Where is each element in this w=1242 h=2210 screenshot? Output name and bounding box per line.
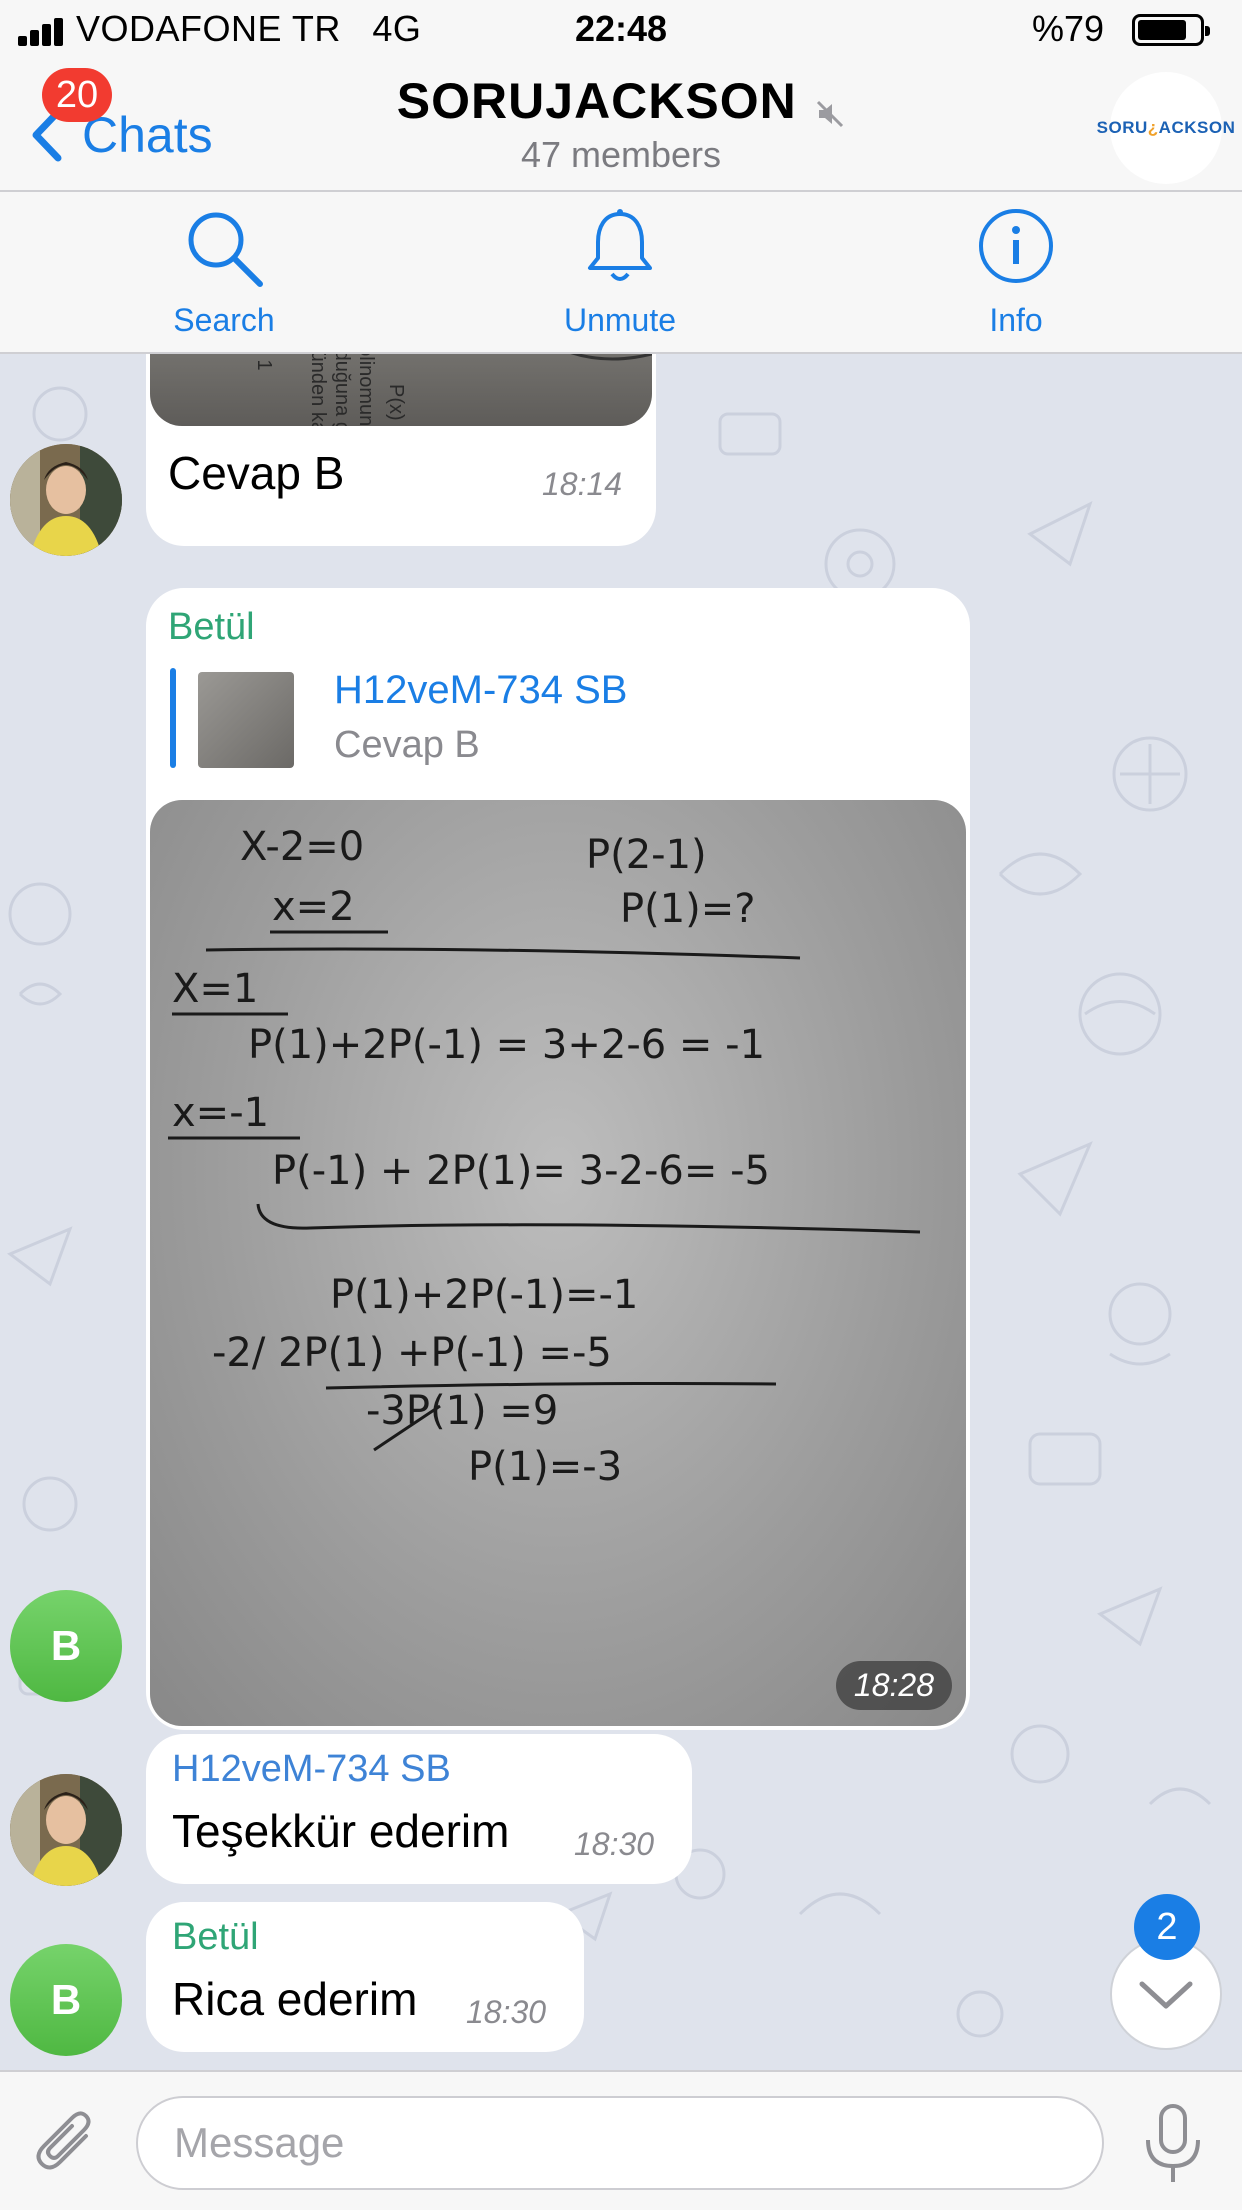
search-icon xyxy=(188,212,263,287)
muted-speaker-icon xyxy=(817,100,844,127)
message-photo[interactable]: P(x) = x polinomun olduğuna g münden ka … xyxy=(150,354,652,426)
info-icon xyxy=(979,209,1053,283)
info-label: Info xyxy=(989,302,1043,338)
sender-name: H12veM-734 SB xyxy=(172,1748,451,1790)
person-avatar-image xyxy=(10,1774,122,1886)
svg-text:x=2: x=2 xyxy=(272,884,355,930)
search-button[interactable]: Search xyxy=(124,206,324,339)
message-bubble[interactable]: H12veM-734 SB Teşekkür ederim 18:30 xyxy=(146,1734,692,1884)
svg-text:P(1)=-3: P(1)=-3 xyxy=(468,1444,622,1490)
message-input[interactable] xyxy=(136,2096,1104,2190)
chat-area[interactable]: P(x) = x polinomun olduğuna g münden ka … xyxy=(0,354,1242,2070)
photo-time: 18:28 xyxy=(835,1661,952,1710)
svg-text:X-2=0: X-2=0 xyxy=(240,824,364,870)
nav-bar: Chats 20 SORUJACKSON 47 members SORU ¿ ACK… xyxy=(0,60,1242,192)
svg-text:-3P(1) =9: -3P(1) =9 xyxy=(366,1388,558,1434)
message-text: Rica ederim xyxy=(172,1973,418,2025)
status-bar: VODAFONE TR 4G 22:48 %79 xyxy=(0,0,1242,60)
message-photo[interactable]: X-2=0 x=2 P(2-1) P(1)=? X=1 P(1)+2P(-1) … xyxy=(150,800,966,1726)
photo-text: polinomun xyxy=(355,354,377,426)
action-bar: Search Unmute Info xyxy=(0,192,1242,354)
members-count: 47 members xyxy=(520,134,722,175)
svg-text:-2/ 2P(1) +P(-1) =-5: -2/ 2P(1) +P(-1) =-5 xyxy=(212,1330,612,1376)
message-bubble[interactable]: Betül H12veM-734 SB Cevap B X-2=0 x=2 P(… xyxy=(146,588,970,1730)
microphone-icon[interactable] xyxy=(1138,2102,1208,2186)
photo-text: P(x) = x xyxy=(385,384,407,426)
search-label: Search xyxy=(173,302,275,338)
svg-text:P(2-1): P(2-1) xyxy=(586,832,707,878)
battery-icon xyxy=(1132,14,1210,46)
sender-name: Betül xyxy=(168,606,255,648)
svg-text:P(1)+2P(-1)=-1: P(1)+2P(-1)=-1 xyxy=(330,1272,638,1318)
reply-text: Cevap B xyxy=(334,724,480,766)
person-avatar-image xyxy=(10,444,122,556)
message-text: Cevap B xyxy=(168,447,345,499)
paperclip-icon[interactable] xyxy=(28,2106,104,2182)
svg-text:x=-1: x=-1 xyxy=(172,1090,269,1136)
message-bubble[interactable]: Betül Rica ederim 18:30 xyxy=(146,1902,584,2052)
battery-percent: %79 xyxy=(1031,8,1104,49)
reply-preview[interactable]: H12veM-734 SB Cevap B xyxy=(170,668,870,768)
message-time: 18:14 xyxy=(542,466,623,502)
message-time: 18:30 xyxy=(466,1994,547,2030)
chat-header[interactable]: SORUJACKSON 47 members xyxy=(0,72,1242,176)
reply-thumbnail xyxy=(198,672,294,768)
chat-title: SORUJACKSON xyxy=(396,73,797,129)
new-messages-badge: 2 xyxy=(1134,1894,1200,1960)
unmute-label: Unmute xyxy=(563,302,677,338)
message-time: 18:30 xyxy=(574,1826,655,1862)
composer-bar xyxy=(0,2070,1242,2210)
info-button[interactable]: Info xyxy=(916,206,1116,339)
svg-text:P(1)+2P(-1) = 3+2-6 = -1: P(1)+2P(-1) = 3+2-6 = -1 xyxy=(248,1022,765,1068)
handwritten-math: X-2=0 x=2 P(2-1) P(1)=? X=1 P(1)+2P(-1) … xyxy=(168,824,921,1490)
photo-text: olduğuna g xyxy=(331,354,353,426)
svg-text:P(-1) + 2P(1)= 3-2-6= -5: P(-1) + 2P(1)= 3-2-6= -5 xyxy=(272,1148,770,1194)
avatar[interactable] xyxy=(10,444,122,556)
photo-text: münden ka xyxy=(307,354,329,426)
message-text: Teşekkür ederim xyxy=(172,1805,510,1857)
svg-text:P(1)=?: P(1)=? xyxy=(620,886,756,932)
reply-author: H12veM-734 SB xyxy=(334,668,628,712)
photo-content: P(x) = x polinomun olduğuna g münden ka … xyxy=(253,354,652,426)
reply-bar xyxy=(170,668,176,768)
svg-text:X=1: X=1 xyxy=(172,966,258,1012)
unmute-button[interactable]: Unmute xyxy=(520,206,720,339)
photo-text: A) 1 xyxy=(253,354,275,371)
message-bubble[interactable]: P(x) = x polinomun olduğuna g münden ka … xyxy=(146,354,656,546)
sender-name: Betül xyxy=(172,1916,259,1958)
group-avatar[interactable]: SORU ¿ ACKSON xyxy=(1097,72,1235,184)
avatar[interactable]: B xyxy=(10,1944,122,2056)
bell-icon xyxy=(588,209,652,281)
avatar[interactable] xyxy=(10,1774,122,1886)
avatar[interactable]: B xyxy=(10,1590,122,1702)
